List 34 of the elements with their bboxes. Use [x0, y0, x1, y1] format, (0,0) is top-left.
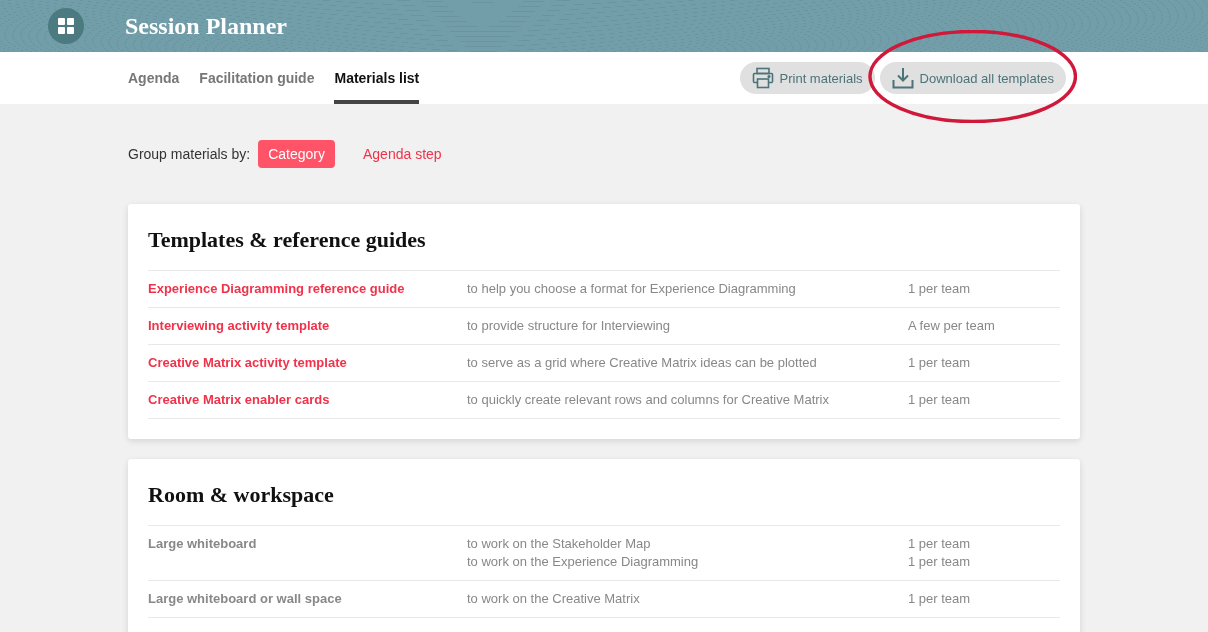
material-purpose: to provide structure for Interviewing: [467, 317, 671, 335]
material-quantity: 1 per team: [908, 553, 971, 571]
material-name: Large whiteboard or wall space: [148, 590, 342, 608]
section-title: Room & workspace: [148, 481, 335, 509]
app-title: Session Planner: [125, 12, 288, 40]
material-purpose: to serve as a grid where Creative Matrix ideas can be plotted: [467, 354, 817, 372]
material-purpose: to work on the Experience Diagramming: [467, 553, 699, 571]
material-quantity: 1 per team: [908, 280, 971, 298]
material-link[interactable]: Experience Diagramming reference guide: [148, 280, 405, 298]
material-quantity: 1 per team: [908, 535, 971, 553]
group-by-label: Group materials by:: [128, 146, 251, 162]
nav-tab[interactable]: Materials list: [334, 52, 420, 104]
download-button[interactable]: Download all templates: [879, 62, 1066, 94]
material-purpose: to help you choose a format for Experience Diagramming: [467, 280, 796, 298]
material-purpose: to quickly create relevant rows and columns for Creative Matrix: [467, 391, 829, 409]
nav-tab[interactable]: Agenda: [128, 52, 180, 104]
grid-menu-icon[interactable]: [48, 8, 84, 44]
material-purpose: to work on the Creative Matrix: [467, 590, 640, 608]
material-link[interactable]: Creative Matrix enabler cards: [148, 391, 330, 409]
nav-tab[interactable]: Facilitation guide: [199, 52, 315, 104]
group-option[interactable]: Agenda step: [353, 140, 452, 168]
group-option[interactable]: Category: [258, 140, 335, 168]
material-link[interactable]: Creative Matrix activity template: [148, 354, 347, 372]
material-quantity: 1 per team: [908, 590, 971, 608]
printer-icon: [751, 67, 774, 89]
material-quantity: 1 per team: [908, 391, 971, 409]
print-button[interactable]: Print materials: [739, 62, 875, 94]
material-name: Large whiteboard: [148, 535, 257, 553]
download-icon: [891, 67, 914, 89]
material-quantity: A few per team: [908, 317, 995, 335]
material-quantity: 1 per team: [908, 354, 971, 372]
material-link[interactable]: Interviewing activity template: [148, 317, 330, 335]
section-title: Templates & reference guides: [148, 226, 427, 254]
material-purpose: to work on the Stakeholder Map: [467, 535, 651, 553]
